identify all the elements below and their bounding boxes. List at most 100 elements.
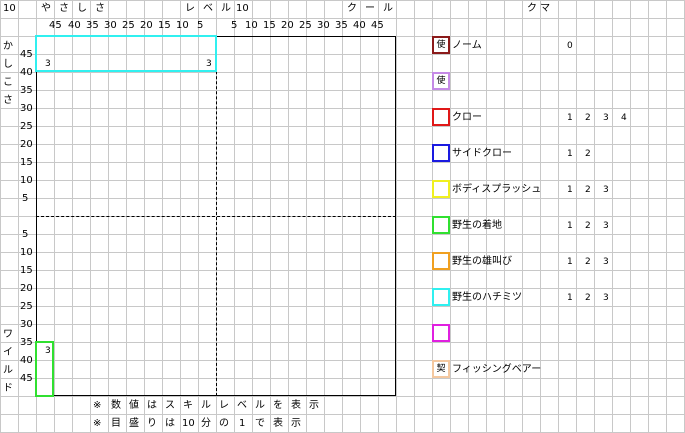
green-value: 3 [45,346,51,356]
top-tick: 20 [140,20,153,31]
level-label-2: ベ [203,3,213,14]
legend-label: 野生のハチミツ [452,292,522,303]
note-1-char: 示 [309,400,319,411]
legend-icon-fishing-bear: 契 [432,360,450,378]
legend-label: フィッシングベアー [452,364,542,375]
note-2-char: 表 [273,418,283,429]
top-tick: 35 [86,20,99,31]
left-upper-title-2: し [3,59,13,70]
legend-level: 1 [567,257,573,267]
left-tick: 30 [20,319,33,330]
top-tick: 30 [104,20,117,31]
legend-label: サイドクロー [452,148,512,159]
legend-level: 3 [603,185,609,195]
top-tick: 40 [353,20,366,31]
note-1-char: を [273,400,283,411]
left-lower-title-4: ド [3,383,13,394]
legend-icon-body-splash [432,180,450,198]
note-1-char: ※ [93,400,102,411]
legend-level: 2 [585,149,591,159]
top-left-title-2: さ [59,3,69,14]
note-2-char: 1 [239,418,246,429]
level-label-3: ル [221,3,231,14]
cyan-left-value: 3 [45,59,51,69]
left-tick: 45 [20,373,33,384]
legend-icon-gnome: 使 [432,36,450,54]
note-1-char: キ [183,400,193,411]
left-tick: 40 [20,355,33,366]
left-tick: 15 [20,265,33,276]
top-tick: 5 [197,20,204,31]
note-1-char: 数 [111,400,121,411]
top-tick: 30 [317,20,330,31]
left-lower-title-2: イ [3,347,13,358]
legend-level: 1 [567,293,573,303]
note-1-char: 表 [291,400,301,411]
legend-level: 4 [621,113,627,123]
left-tick: 45 [20,49,33,60]
legend-icon-wild-landing [432,216,450,234]
legend-level: 2 [585,257,591,267]
note-2-char: で [255,418,265,429]
legend-level: 2 [585,293,591,303]
top-left-title-3: し [77,3,87,14]
legend-label: ノーム [452,40,482,51]
left-tick: 15 [20,157,33,168]
legend-level: 3 [603,221,609,231]
left-tick: 40 [20,67,33,78]
left-upper-title-3: こ [3,77,13,88]
cyan-right-value: 3 [206,59,212,69]
legend-level: 3 [603,293,609,303]
top-tick: 15 [263,20,276,31]
horizontal-center-line [36,216,396,217]
note-1-char: は [147,400,157,411]
note-1-char: 値 [129,400,139,411]
legend-label: ボディスプラッシュ [452,184,542,195]
note-2-char: 盛 [129,418,139,429]
note-2-char: は [165,418,175,429]
legend-level: 1 [567,149,573,159]
legend-level: 2 [585,185,591,195]
left-tick: 10 [20,247,33,258]
skill-chart-sheet: 10 や さ し さ レ ベ ル 10 ク ー ル 45 40 35 30 25… [0,0,685,433]
legend-level: 1 [567,185,573,195]
corner-label: 10 [3,3,16,14]
legend-level: 3 [603,257,609,267]
left-tick: 30 [20,103,33,114]
left-tick: 25 [20,121,33,132]
legend-icon-unnamed-magenta [432,324,450,342]
top-tick: 15 [158,20,171,31]
left-tick: 20 [20,283,33,294]
note-2-char: ※ [93,418,102,429]
legend-level: 3 [603,113,609,123]
note-2-char: 示 [291,418,301,429]
note-2-char: の [219,418,229,429]
left-lower-title-3: ル [3,365,13,376]
level-number: 10 [236,3,249,14]
note-1-char: ル [201,400,211,411]
note-2-char: 10 [182,418,195,429]
left-tick: 25 [20,301,33,312]
note-1-char: ベ [237,400,247,411]
top-tick: 20 [281,20,294,31]
legend-label: 野生の雄叫び [452,256,512,267]
left-tick: 35 [20,85,33,96]
left-lower-title-1: ワ [3,329,13,340]
note-2-char: 分 [201,418,211,429]
legend-icon-wild-roar [432,252,450,270]
note-1-char: ス [165,400,175,411]
cyan-skill-region [35,35,217,72]
top-tick: 45 [371,20,384,31]
left-upper-title-1: か [3,41,13,52]
top-tick: 10 [176,20,189,31]
legend-level: 1 [567,113,573,123]
legend-label: クロー [452,112,482,123]
legend-level: 2 [585,113,591,123]
top-tick: 25 [122,20,135,31]
left-tick: 5 [22,193,29,204]
legend-label: 野生の着地 [452,220,502,231]
top-tick: 10 [245,20,258,31]
top-tick: 5 [231,20,238,31]
top-right-title-1: ク [347,3,357,14]
note-1-char: レ [219,400,229,411]
